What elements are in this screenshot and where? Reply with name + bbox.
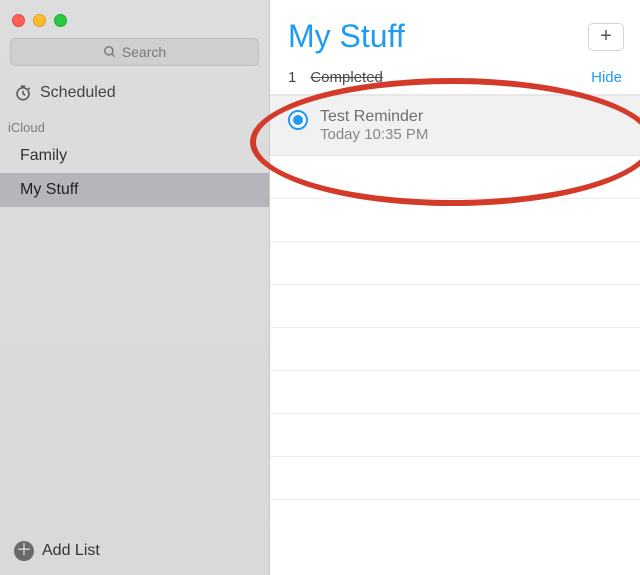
reminder-complete-toggle[interactable] — [288, 110, 308, 130]
sidebar-item-scheduled[interactable]: Scheduled — [0, 76, 269, 110]
empty-lines — [270, 156, 640, 500]
completed-row[interactable]: 1 Completed Hide — [270, 61, 640, 95]
reminder-text: Test Reminder Today 10:35 PM — [320, 108, 428, 143]
list-row-empty[interactable] — [270, 328, 640, 371]
list-row-empty[interactable] — [270, 371, 640, 414]
search-placeholder: Search — [122, 44, 166, 60]
close-window-button[interactable] — [12, 14, 25, 27]
completed-label: Completed — [310, 69, 383, 86]
minimize-window-button[interactable] — [33, 14, 46, 27]
list-row-empty[interactable] — [270, 457, 640, 500]
list-title: My Stuff — [288, 18, 405, 55]
list-row-empty[interactable] — [270, 242, 640, 285]
completed-count: 1 — [288, 69, 296, 86]
sidebar-section-label: iCloud — [0, 110, 269, 139]
zoom-window-button[interactable] — [54, 14, 67, 27]
scheduled-label: Scheduled — [40, 84, 116, 102]
sidebar-item-label: Family — [20, 147, 67, 164]
add-list-button[interactable]: ＋ Add List — [0, 527, 269, 575]
add-list-label: Add List — [42, 542, 100, 560]
completed-left: 1 Completed — [288, 69, 383, 86]
reminder-subtitle: Today 10:35 PM — [320, 126, 428, 143]
sidebar-item-family[interactable]: Family — [0, 139, 269, 173]
list-row-empty[interactable] — [270, 285, 640, 328]
window-controls — [0, 0, 269, 30]
hide-completed-button[interactable]: Hide — [591, 69, 622, 86]
main-pane: My Stuff + 1 Completed Hide Test Reminde… — [270, 0, 640, 575]
sidebar-item-my-stuff[interactable]: My Stuff — [0, 173, 269, 207]
reminder-title: Test Reminder — [320, 108, 428, 126]
search-icon — [103, 45, 117, 59]
clock-icon — [14, 84, 32, 102]
search-container: Search — [0, 30, 269, 76]
list-row-empty[interactable] — [270, 414, 640, 457]
radio-dot-icon — [293, 115, 303, 125]
plus-icon: + — [600, 25, 612, 48]
search-input[interactable]: Search — [10, 38, 259, 66]
sidebar-spacer — [0, 207, 269, 527]
main-header: My Stuff + — [270, 0, 640, 61]
sidebar: Search Scheduled iCloud Family My Stuff … — [0, 0, 270, 575]
plus-circle-icon: ＋ — [14, 541, 34, 561]
add-reminder-button[interactable]: + — [588, 23, 624, 51]
list-row-empty[interactable] — [270, 199, 640, 242]
sidebar-item-label: My Stuff — [20, 181, 78, 198]
list-row-empty[interactable] — [270, 156, 640, 199]
reminder-row[interactable]: Test Reminder Today 10:35 PM — [270, 95, 640, 156]
